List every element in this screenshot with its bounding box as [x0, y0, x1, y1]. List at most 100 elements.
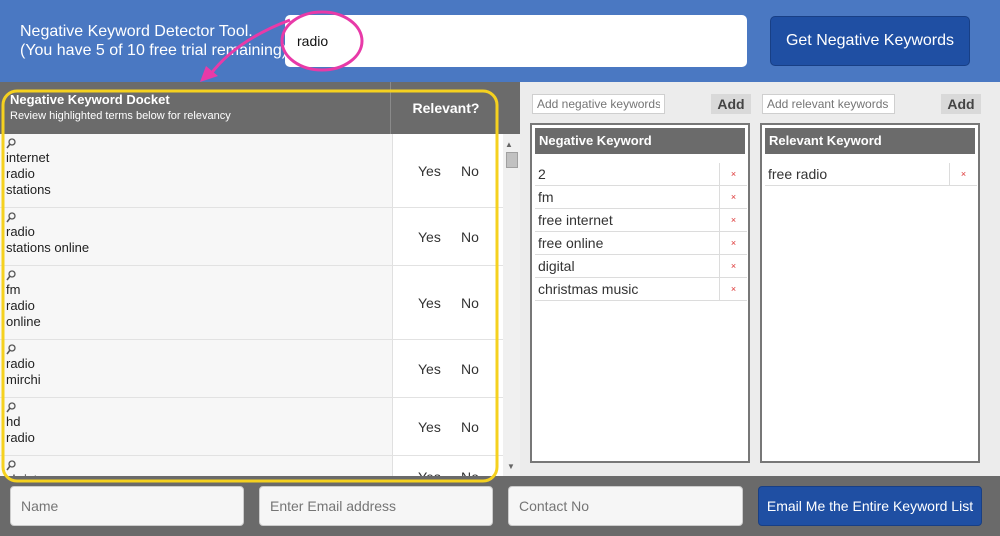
scroll-down-arrow-icon[interactable]: ▼ [507, 462, 515, 471]
keyword-search-input[interactable] [285, 15, 747, 67]
scroll-up-arrow-icon[interactable]: ▲ [505, 140, 513, 149]
docket-rows: internet radio stations Yes No radio stations … [0, 134, 503, 476]
keyword-list-item: 2 × [535, 163, 747, 186]
docket-header: Negative Keyword Docket Review highlight… [0, 82, 520, 134]
keyword-term-line: hd [6, 414, 21, 429]
email-input[interactable] [259, 486, 493, 526]
relevant-no-button[interactable]: No [461, 419, 479, 435]
keyword-term-line: radio [6, 224, 35, 239]
docket-row: radio stations online Yes No [0, 208, 503, 266]
keyword-term-line: stations online [6, 240, 90, 255]
magnifier-icon[interactable] [6, 402, 16, 414]
relevant-no-button[interactable]: No [461, 295, 479, 311]
negative-keyword-list: 2 × fm × free internet × free online × digital × c… [535, 163, 747, 301]
tool-title-line1: Negative Keyword Detector Tool. [20, 23, 253, 40]
remove-keyword-icon[interactable]: × [949, 163, 977, 185]
keyword-text: free radio [768, 166, 828, 182]
relevant-yes-button[interactable]: Yes [418, 419, 441, 435]
keyword-list-item: free radio × [765, 163, 977, 186]
docket-row: christmas Yes No [0, 456, 503, 476]
row-divider [392, 456, 393, 476]
row-divider [392, 266, 393, 339]
docket-title: Negative Keyword Docket [10, 92, 170, 107]
relevant-no-button[interactable]: No [461, 229, 479, 245]
keyword-term-line: mirchi [6, 372, 41, 387]
relevant-no-button[interactable]: No [461, 469, 479, 476]
email-keyword-list-button[interactable]: Email Me the Entire Keyword List [758, 486, 982, 526]
row-divider [392, 134, 393, 207]
add-negative-keyword-button[interactable]: Add [711, 94, 751, 114]
keyword-term: radio stations online [6, 212, 89, 256]
relevant-yes-button[interactable]: Yes [418, 163, 441, 179]
keyword-term: fm radio online [6, 270, 41, 330]
relevant-yes-button[interactable]: Yes [418, 361, 441, 377]
relevant-cell [393, 266, 503, 339]
keyword-text: christmas music [538, 281, 639, 297]
relevant-cell [393, 340, 503, 397]
scroll-thumb[interactable] [506, 152, 518, 168]
relevant-yes-button[interactable]: Yes [418, 295, 441, 311]
add-relevant-keyword-input[interactable] [762, 94, 895, 114]
relevant-cell [393, 208, 503, 265]
keyword-text: 2 [538, 166, 546, 182]
relevant-cell [393, 398, 503, 455]
remove-keyword-icon[interactable]: × [719, 186, 747, 208]
docket-row: hd radio Yes No [0, 398, 503, 456]
remove-keyword-icon[interactable]: × [719, 278, 747, 300]
keyword-text: free internet [538, 212, 613, 228]
remove-keyword-icon[interactable]: × [719, 163, 747, 185]
remove-keyword-icon[interactable]: × [719, 209, 747, 231]
keyword-term: internet radio stations [6, 138, 51, 198]
magnifier-icon[interactable] [6, 270, 16, 282]
relevant-yes-button[interactable]: Yes [418, 469, 441, 476]
keyword-term-line: fm [6, 282, 21, 297]
keyword-list-item: free internet × [535, 209, 747, 232]
header-divider [390, 82, 391, 134]
relevant-yes-button[interactable]: Yes [418, 229, 441, 245]
keyword-list-item: digital × [535, 255, 747, 278]
negative-keyword-docket: Negative Keyword Docket Review highlight… [0, 82, 520, 476]
relevant-keyword-header: Relevant Keyword [765, 128, 975, 154]
add-relevant-keyword-button[interactable]: Add [941, 94, 981, 114]
name-input[interactable] [10, 486, 244, 526]
tool-title: Negative Keyword Detector Tool. (You hav… [20, 22, 287, 60]
keyword-list-item: free online × [535, 232, 747, 255]
relevant-column-header: Relevant? [412, 100, 480, 116]
magnifier-icon[interactable] [6, 212, 16, 224]
keyword-term-line: radio [6, 430, 35, 445]
magnifier-icon[interactable] [6, 138, 16, 150]
docket-subtitle: Review highlighted terms below for relev… [10, 110, 231, 122]
contact-input[interactable] [508, 486, 743, 526]
row-divider [392, 208, 393, 265]
remove-keyword-icon[interactable]: × [719, 255, 747, 277]
keyword-list-item: christmas music × [535, 278, 747, 301]
relevant-cell [393, 134, 503, 207]
relevant-cell [393, 456, 503, 476]
keyword-term: radio mirchi [6, 344, 41, 388]
keyword-term-line: radio [6, 298, 35, 313]
keyword-text: free online [538, 235, 604, 251]
row-divider [392, 398, 393, 455]
get-negative-keywords-button[interactable]: Get Negative Keywords [770, 16, 970, 66]
keyword-term: hd radio [6, 402, 35, 446]
relevant-no-button[interactable]: No [461, 361, 479, 377]
remove-keyword-icon[interactable]: × [719, 232, 747, 254]
keyword-term-line: radio [6, 356, 35, 371]
keyword-list-item: fm × [535, 186, 747, 209]
magnifier-icon[interactable] [6, 344, 16, 356]
row-divider [392, 340, 393, 397]
docket-row: fm radio online Yes No [0, 266, 503, 340]
magnifier-icon[interactable] [6, 460, 16, 472]
keyword-term-line: stations [6, 182, 51, 197]
negative-keyword-header: Negative Keyword [535, 128, 745, 154]
keyword-term-line: radio [6, 166, 35, 181]
add-negative-keyword-input[interactable] [532, 94, 665, 114]
keyword-term-line: internet [6, 150, 50, 165]
negative-keyword-box: Negative Keyword 2 × fm × free internet × free… [530, 123, 750, 463]
keyword-term-line: online [6, 314, 41, 329]
relevant-keyword-box: Relevant Keyword free radio × [760, 123, 980, 463]
relevant-no-button[interactable]: No [461, 163, 479, 179]
relevant-keyword-list: free radio × [765, 163, 977, 186]
docket-row: internet radio stations Yes No [0, 134, 503, 208]
docket-scrollbar[interactable] [503, 134, 520, 476]
